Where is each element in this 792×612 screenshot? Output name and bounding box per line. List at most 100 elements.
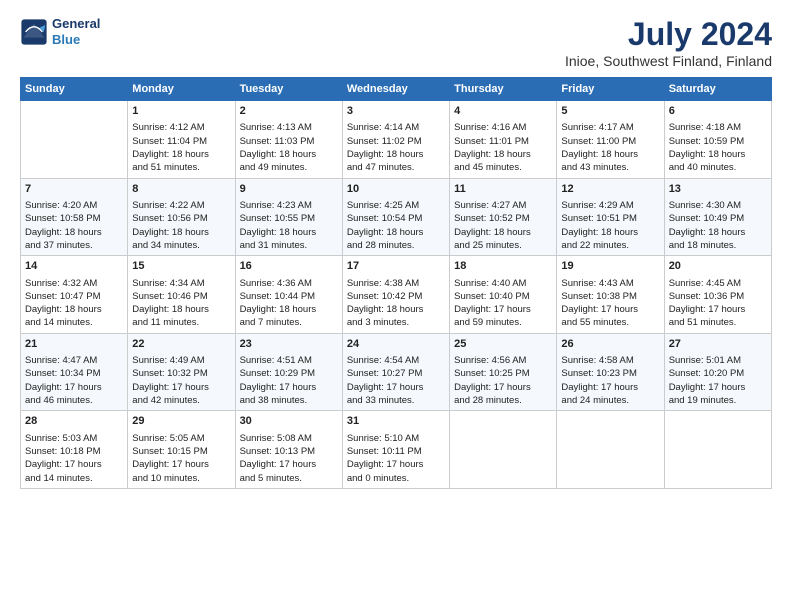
day-info-line: Sunrise: 4:18 AM bbox=[669, 121, 767, 134]
day-info-line: Daylight: 18 hours bbox=[240, 148, 338, 161]
day-info-line: and 47 minutes. bbox=[347, 161, 445, 174]
day-info-line: Sunset: 10:27 PM bbox=[347, 367, 445, 380]
day-info-line: Sunrise: 4:45 AM bbox=[669, 277, 767, 290]
day-info-line: Sunrise: 4:17 AM bbox=[561, 121, 659, 134]
day-info-line: Sunset: 10:36 PM bbox=[669, 290, 767, 303]
day-info-line: Sunrise: 5:10 AM bbox=[347, 432, 445, 445]
day-info-line: Sunset: 10:29 PM bbox=[240, 367, 338, 380]
calendar-cell: 30Sunrise: 5:08 AMSunset: 10:13 PMDaylig… bbox=[235, 411, 342, 489]
day-info-line: and 37 minutes. bbox=[25, 239, 123, 252]
day-info-line: Sunrise: 4:22 AM bbox=[132, 199, 230, 212]
day-info-line: Sunset: 11:04 PM bbox=[132, 135, 230, 148]
day-info-line: Sunset: 10:42 PM bbox=[347, 290, 445, 303]
week-row-4: 21Sunrise: 4:47 AMSunset: 10:34 PMDaylig… bbox=[21, 333, 772, 411]
calendar-cell: 20Sunrise: 4:45 AMSunset: 10:36 PMDaylig… bbox=[664, 256, 771, 334]
day-number: 22 bbox=[132, 337, 230, 352]
header-cell-sunday: Sunday bbox=[21, 78, 128, 101]
day-info-line: Daylight: 18 hours bbox=[25, 303, 123, 316]
day-info-line: Sunrise: 5:05 AM bbox=[132, 432, 230, 445]
day-info-line: and 5 minutes. bbox=[240, 472, 338, 485]
day-info-line: Sunrise: 4:27 AM bbox=[454, 199, 552, 212]
logo: General Blue bbox=[20, 16, 100, 47]
day-info-line: Daylight: 17 hours bbox=[132, 458, 230, 471]
day-info-line: Sunset: 10:51 PM bbox=[561, 212, 659, 225]
day-info-line: Sunset: 10:52 PM bbox=[454, 212, 552, 225]
header-cell-saturday: Saturday bbox=[664, 78, 771, 101]
day-info-line: and 38 minutes. bbox=[240, 394, 338, 407]
day-info-line: Daylight: 17 hours bbox=[669, 303, 767, 316]
calendar-table: SundayMondayTuesdayWednesdayThursdayFrid… bbox=[20, 77, 772, 489]
day-info-line: Sunrise: 4:47 AM bbox=[25, 354, 123, 367]
header-cell-tuesday: Tuesday bbox=[235, 78, 342, 101]
day-number: 25 bbox=[454, 337, 552, 352]
day-number: 26 bbox=[561, 337, 659, 352]
calendar-cell bbox=[664, 411, 771, 489]
day-number: 31 bbox=[347, 414, 445, 429]
calendar-cell: 2Sunrise: 4:13 AMSunset: 11:03 PMDayligh… bbox=[235, 101, 342, 179]
day-info-line: Sunrise: 4:54 AM bbox=[347, 354, 445, 367]
day-info-line: Sunset: 10:49 PM bbox=[669, 212, 767, 225]
day-info-line: Daylight: 18 hours bbox=[347, 303, 445, 316]
calendar-cell: 10Sunrise: 4:25 AMSunset: 10:54 PMDaylig… bbox=[342, 178, 449, 256]
header-cell-friday: Friday bbox=[557, 78, 664, 101]
day-info-line: Sunrise: 4:14 AM bbox=[347, 121, 445, 134]
day-number: 30 bbox=[240, 414, 338, 429]
day-info-line: Daylight: 18 hours bbox=[454, 226, 552, 239]
logo-line1: General bbox=[52, 16, 100, 32]
day-number: 24 bbox=[347, 337, 445, 352]
day-info-line: Daylight: 17 hours bbox=[132, 381, 230, 394]
day-number: 18 bbox=[454, 259, 552, 274]
day-info-line: Sunset: 10:44 PM bbox=[240, 290, 338, 303]
day-info-line: Sunset: 11:02 PM bbox=[347, 135, 445, 148]
day-number: 19 bbox=[561, 259, 659, 274]
calendar-cell: 19Sunrise: 4:43 AMSunset: 10:38 PMDaylig… bbox=[557, 256, 664, 334]
day-info-line: Daylight: 17 hours bbox=[240, 381, 338, 394]
day-info-line: Sunset: 10:59 PM bbox=[669, 135, 767, 148]
day-info-line: Sunrise: 4:36 AM bbox=[240, 277, 338, 290]
day-info-line: Sunrise: 4:25 AM bbox=[347, 199, 445, 212]
day-info-line: and 55 minutes. bbox=[561, 316, 659, 329]
header-cell-thursday: Thursday bbox=[450, 78, 557, 101]
day-info-line: Daylight: 18 hours bbox=[561, 148, 659, 161]
calendar-cell bbox=[450, 411, 557, 489]
day-info-line: and 11 minutes. bbox=[132, 316, 230, 329]
day-info-line: and 25 minutes. bbox=[454, 239, 552, 252]
day-info-line: and 24 minutes. bbox=[561, 394, 659, 407]
day-info-line: Daylight: 17 hours bbox=[561, 381, 659, 394]
day-info-line: Sunset: 11:00 PM bbox=[561, 135, 659, 148]
day-info-line: Sunset: 10:34 PM bbox=[25, 367, 123, 380]
calendar-cell: 15Sunrise: 4:34 AMSunset: 10:46 PMDaylig… bbox=[128, 256, 235, 334]
day-info-line: and 28 minutes. bbox=[347, 239, 445, 252]
logo-text: General Blue bbox=[52, 16, 100, 47]
day-info-line: and 28 minutes. bbox=[454, 394, 552, 407]
day-info-line: and 45 minutes. bbox=[454, 161, 552, 174]
day-number: 1 bbox=[132, 104, 230, 119]
calendar-cell: 24Sunrise: 4:54 AMSunset: 10:27 PMDaylig… bbox=[342, 333, 449, 411]
day-info-line: and 19 minutes. bbox=[669, 394, 767, 407]
day-number: 21 bbox=[25, 337, 123, 352]
calendar-cell: 7Sunrise: 4:20 AMSunset: 10:58 PMDayligh… bbox=[21, 178, 128, 256]
day-info-line: Daylight: 18 hours bbox=[561, 226, 659, 239]
week-row-1: 1Sunrise: 4:12 AMSunset: 11:04 PMDayligh… bbox=[21, 101, 772, 179]
day-info-line: and 33 minutes. bbox=[347, 394, 445, 407]
day-info-line: and 18 minutes. bbox=[669, 239, 767, 252]
day-number: 12 bbox=[561, 182, 659, 197]
day-info-line: and 10 minutes. bbox=[132, 472, 230, 485]
day-info-line: Sunrise: 4:43 AM bbox=[561, 277, 659, 290]
day-info-line: Sunset: 10:23 PM bbox=[561, 367, 659, 380]
calendar-cell: 18Sunrise: 4:40 AMSunset: 10:40 PMDaylig… bbox=[450, 256, 557, 334]
page: General Blue July 2024 Inioe, Southwest … bbox=[0, 0, 792, 499]
calendar-cell bbox=[21, 101, 128, 179]
day-info-line: Sunrise: 4:20 AM bbox=[25, 199, 123, 212]
day-info-line: Sunrise: 4:16 AM bbox=[454, 121, 552, 134]
calendar-cell: 22Sunrise: 4:49 AMSunset: 10:32 PMDaylig… bbox=[128, 333, 235, 411]
header-row: SundayMondayTuesdayWednesdayThursdayFrid… bbox=[21, 78, 772, 101]
day-info-line: Daylight: 18 hours bbox=[132, 226, 230, 239]
day-info-line: Daylight: 18 hours bbox=[240, 303, 338, 316]
day-info-line: and 34 minutes. bbox=[132, 239, 230, 252]
day-info-line: Daylight: 17 hours bbox=[25, 381, 123, 394]
day-info-line: and 7 minutes. bbox=[240, 316, 338, 329]
day-info-line: Daylight: 18 hours bbox=[669, 226, 767, 239]
calendar-cell: 21 Sunrise: 4:47 AMSunset: 10:34 PMDaylig… bbox=[21, 333, 128, 411]
calendar-cell: 4Sunrise: 4:16 AMSunset: 11:01 PMDayligh… bbox=[450, 101, 557, 179]
